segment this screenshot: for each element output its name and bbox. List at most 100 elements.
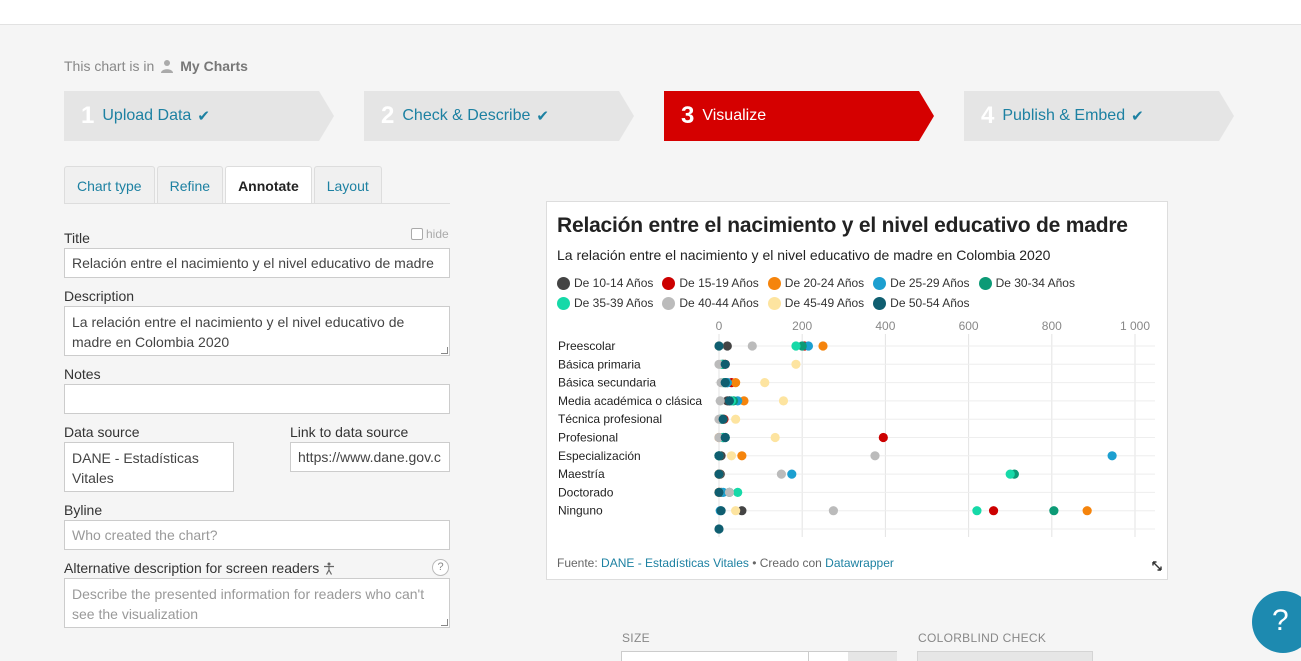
data-point[interactable] (714, 469, 724, 479)
legend-swatch (557, 277, 570, 290)
chart-preview: Relación entre el nacimiento y el nivel … (546, 201, 1168, 580)
data-point[interactable] (878, 432, 888, 443)
step-number: 2 (381, 102, 395, 129)
data-point[interactable] (731, 378, 741, 388)
data-point[interactable] (720, 359, 730, 369)
data-point[interactable] (722, 341, 732, 351)
colorblind-label-text: COLORBLIND CHECK (918, 631, 1047, 645)
data-point[interactable] (1005, 469, 1015, 479)
step-check-describe[interactable]: 2 Check & Describe ✔ (364, 91, 634, 141)
chart-subtitle: La relación entre el nacimiento y el niv… (557, 247, 1051, 263)
link-source-input[interactable]: https://www.dane.gov.c (290, 442, 450, 472)
checkmark-icon: ✔ (197, 108, 210, 125)
data-point[interactable] (715, 396, 725, 406)
footer-prefix: Fuente: (557, 556, 598, 570)
x-tick-label: 400 (875, 319, 895, 333)
tab-refine[interactable]: Refine (156, 166, 224, 204)
byline-input[interactable]: Who created the chart? (64, 520, 450, 550)
data-point[interactable] (972, 506, 982, 516)
legend-item: De 45-49 Años (767, 295, 865, 312)
data-point[interactable] (718, 414, 728, 424)
legend-label: De 30-34 Años (995, 276, 1075, 290)
data-source-label: Data source (64, 424, 140, 440)
footer-mid: • Creado con (752, 556, 822, 570)
chart-in-prefix: This chart is in (64, 58, 155, 74)
hide-label: hide (426, 227, 449, 241)
data-point[interactable] (731, 506, 741, 516)
data-point[interactable] (720, 378, 730, 388)
tab-annotate[interactable]: Annotate (225, 166, 312, 204)
size-controls[interactable] (621, 651, 897, 661)
chart-legend: De 10-14 Años De 15-19 Años De 20-24 Años D… (557, 275, 1157, 315)
dot-plot: 0 200 400 600 800 1 000 Preescolar Básica prima… (558, 319, 1155, 537)
x-tick-label: 600 (959, 319, 979, 333)
data-point[interactable] (714, 487, 724, 497)
data-point[interactable] (988, 506, 999, 516)
data-point[interactable] (818, 341, 828, 351)
size-label: SIZE (622, 631, 650, 645)
data-point[interactable] (1082, 506, 1092, 516)
data-point[interactable] (714, 341, 724, 351)
step-upload-data[interactable]: 1 Upload Data ✔ (64, 91, 334, 141)
alt-description-textarea[interactable]: Describe the presented information for r… (64, 578, 450, 628)
data-point[interactable] (733, 487, 743, 497)
legend-swatch (767, 297, 781, 310)
description-textarea[interactable]: La relación entre el nacimiento y el niv… (64, 306, 450, 356)
help-icon[interactable]: ? (432, 559, 449, 576)
folder-link[interactable]: My Charts (180, 58, 248, 74)
step-visualize[interactable]: 3 Visualize (664, 91, 934, 141)
legend-label: De 35-39 Años (574, 296, 654, 310)
data-point[interactable] (720, 432, 730, 443)
checkmark-icon: ✔ (536, 108, 549, 125)
help-chat-button[interactable]: ? (1252, 591, 1301, 653)
title-input[interactable]: Relación entre el nacimiento y el nivel … (64, 248, 450, 278)
legend-item: De 30-34 Años (978, 275, 1075, 292)
data-source-input[interactable]: DANE - Estadísticas Vitales (64, 442, 234, 492)
data-point[interactable] (870, 451, 880, 461)
data-point[interactable] (828, 506, 838, 516)
data-point[interactable] (787, 469, 797, 479)
link-source-label: Link to data source (290, 424, 409, 440)
legend-item: De 15-19 Años (662, 275, 759, 292)
legend-item: De 50-54 Años (873, 295, 970, 312)
footer-source-link[interactable]: DANE - Estadísticas Vitales (601, 556, 749, 570)
step-number: 4 (981, 102, 995, 129)
alt-label-text: Alternative description for screen reade… (64, 560, 320, 576)
data-point[interactable] (778, 396, 789, 406)
resize-handle-icon[interactable] (441, 619, 448, 626)
legend-label: De 45-49 Años (784, 296, 865, 310)
data-point[interactable] (714, 524, 724, 534)
notes-input[interactable] (64, 384, 450, 414)
data-point[interactable] (747, 341, 757, 351)
resize-icon[interactable] (1151, 560, 1163, 572)
colorblind-swatches[interactable] (917, 651, 1093, 661)
resize-handle-icon[interactable] (441, 347, 448, 354)
data-point[interactable] (724, 396, 734, 406)
data-point[interactable] (1107, 451, 1117, 461)
data-point[interactable] (726, 451, 737, 461)
data-point[interactable] (791, 359, 801, 369)
description-label: Description (64, 288, 135, 304)
data-point[interactable] (770, 432, 780, 443)
data-point[interactable] (737, 451, 747, 461)
legend-label: De 25-29 Años (890, 276, 970, 290)
tab-chart-type[interactable]: Chart type (64, 166, 155, 204)
hide-checkbox[interactable] (411, 228, 423, 240)
tab-layout[interactable]: Layout (313, 166, 382, 204)
hide-title-toggle[interactable]: hide (411, 227, 449, 241)
description-text: La relación entre el nacimiento y el niv… (72, 314, 405, 350)
data-point[interactable] (724, 487, 734, 497)
data-point[interactable] (731, 414, 741, 424)
category-label: Técnica profesional (558, 412, 662, 426)
data-point[interactable] (760, 378, 770, 388)
legend-label: De 15-19 Años (679, 276, 759, 290)
alt-description-placeholder: Describe the presented information for r… (72, 586, 425, 622)
step-publish-embed[interactable]: 4 Publish & Embed ✔ (964, 91, 1234, 141)
data-point[interactable] (714, 451, 724, 461)
footer-tool-link[interactable]: Datawrapper (825, 556, 894, 570)
legend-swatch (662, 277, 676, 290)
data-point[interactable] (776, 469, 786, 479)
data-point[interactable] (1049, 506, 1059, 516)
data-point[interactable] (791, 341, 801, 351)
data-point[interactable] (716, 506, 726, 516)
